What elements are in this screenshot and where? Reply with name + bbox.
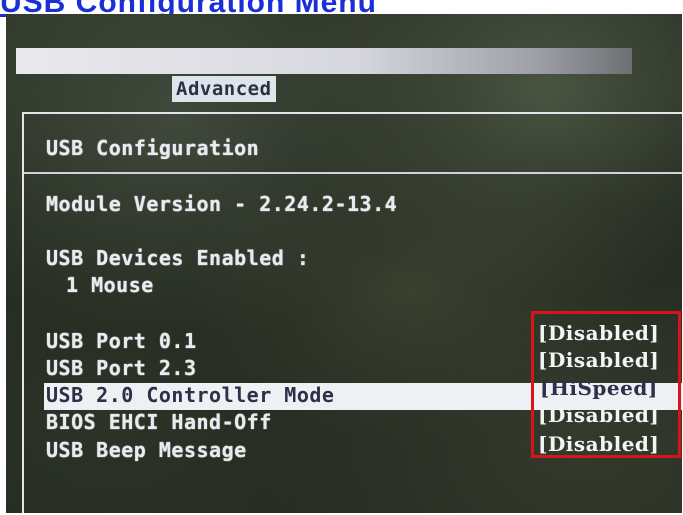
usb-devices-enabled-label: USB Devices Enabled : [46, 246, 310, 270]
selected-setting-bar[interactable]: USB 2.0 Controller Mode [44, 383, 566, 410]
setting-usb-port-2-3[interactable]: USB Port 2.3 [46, 356, 197, 380]
tab-advanced[interactable]: Advanced [172, 76, 276, 102]
setting-usb-beep-message[interactable]: USB Beep Message [46, 438, 247, 462]
setting-usb-2-0-controller-mode[interactable]: USB 2.0 Controller Mode [46, 383, 334, 407]
module-version: Module Version - 2.24.2-13.4 [46, 192, 398, 216]
bios-screen: Advanced USB Configuration Module Versio… [6, 14, 682, 513]
usb-devices-enabled-value: 1 Mouse [66, 273, 154, 297]
bios-top-bar [16, 48, 632, 74]
section-divider [24, 172, 682, 174]
setting-usb-port-0-1[interactable]: USB Port 0.1 [46, 329, 197, 353]
annotation-red-box [531, 311, 681, 458]
section-title: USB Configuration [46, 136, 260, 160]
setting-bios-ehci-hand-off[interactable]: BIOS EHCI Hand-Off [46, 410, 272, 434]
